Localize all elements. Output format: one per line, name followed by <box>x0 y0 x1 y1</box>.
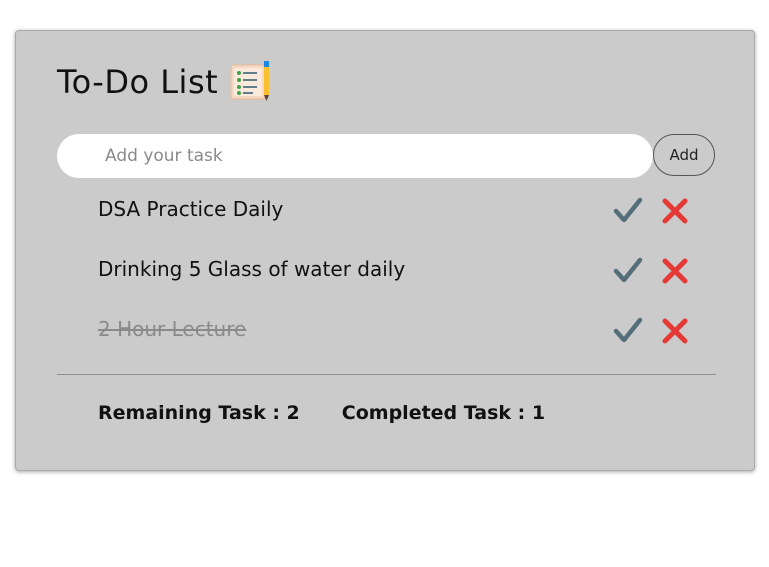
cross-mark-icon[interactable] <box>660 256 690 286</box>
task-text: Drinking 5 Glass of water daily <box>98 257 406 281</box>
task-text: 2 Hour Lecture <box>98 317 247 341</box>
cross-mark-icon[interactable] <box>660 316 690 346</box>
completed-task-count: 1 <box>531 402 546 424</box>
check-mark-icon[interactable] <box>613 196 643 226</box>
task-text: DSA Practice Daily <box>98 197 284 221</box>
todo-card: To-Do List Add DSA Practice Daily <box>15 30 755 471</box>
completed-task-label: Completed Task <box>341 402 512 424</box>
completed-task-stat: Completed Task : 1 <box>342 402 545 424</box>
stat-separator: : <box>265 402 287 424</box>
task-item: Drinking 5 Glass of water daily <box>57 243 716 303</box>
add-button[interactable]: Add <box>653 134 715 176</box>
stat-separator: : <box>511 402 532 424</box>
task-item: DSA Practice Daily <box>57 183 716 243</box>
remaining-task-stat: Remaining Task : 2 <box>98 402 300 424</box>
remaining-task-count: 2 <box>286 402 300 424</box>
task-stats: Remaining Task : 2 Completed Task : 1 <box>98 402 545 424</box>
cross-mark-icon[interactable] <box>660 196 690 226</box>
remaining-task-label: Remaining Task <box>98 402 266 424</box>
task-input[interactable] <box>57 134 653 178</box>
divider <box>57 374 716 375</box>
check-mark-icon[interactable] <box>613 256 643 286</box>
checklist-icon <box>230 61 270 101</box>
task-item-completed: 2 Hour Lecture <box>57 303 716 363</box>
check-mark-icon[interactable] <box>613 316 643 346</box>
task-list: DSA Practice Daily Drinking 5 Glass of w… <box>57 183 716 363</box>
page-title: To-Do List <box>57 63 219 101</box>
header: To-Do List <box>57 57 274 107</box>
add-task-row: Add <box>57 134 716 178</box>
